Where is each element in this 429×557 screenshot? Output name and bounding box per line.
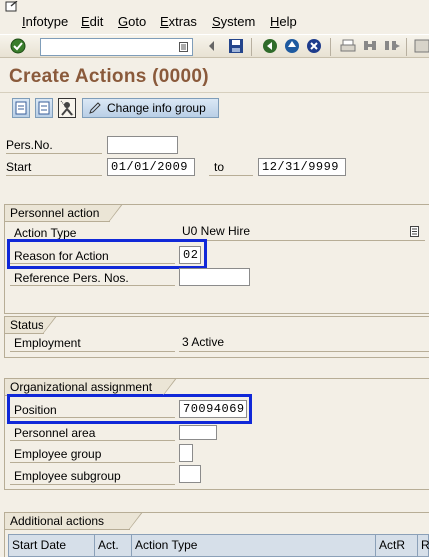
change-info-group-button[interactable]: Change info group xyxy=(82,98,219,118)
toolbar-separator xyxy=(406,38,407,56)
column-action-type[interactable]: Action Type xyxy=(132,535,376,556)
status-group-title: Status xyxy=(4,316,57,334)
enter-check-icon[interactable] xyxy=(10,38,26,54)
employee-subgroup-label: Employee subgroup xyxy=(14,469,121,483)
find-next-icon[interactable] xyxy=(384,38,400,54)
menu-bar: Infotype Edit Goto Extras System Help xyxy=(0,0,429,34)
standard-toolbar xyxy=(0,34,429,58)
menu-help[interactable]: Help xyxy=(270,14,297,29)
toolbar-separator xyxy=(251,38,252,56)
employment-field: 3 Active xyxy=(179,334,429,352)
menu-system[interactable]: System xyxy=(212,14,255,29)
additional-actions-group-title: Additional actions xyxy=(4,512,143,530)
pencil-icon xyxy=(89,102,101,114)
reference-pers-nos-label: Reference Pers. Nos. xyxy=(14,271,129,285)
additional-actions-table[interactable]: Start Date Act. Action Type ActR R xyxy=(8,534,429,557)
back-icon[interactable] xyxy=(262,38,278,54)
to-label: to xyxy=(214,160,225,174)
pers-no-input[interactable] xyxy=(107,136,178,154)
action-type-value: U0 New Hire xyxy=(182,224,251,238)
next-record-button[interactable] xyxy=(35,98,53,118)
previous-record-button[interactable] xyxy=(12,98,30,118)
page-title: Create Actions (0000) xyxy=(9,66,209,87)
dropdown-list-icon[interactable] xyxy=(179,42,188,52)
menu-extras[interactable]: Extras xyxy=(160,14,197,29)
column-r[interactable]: R xyxy=(418,535,429,556)
first-page-icon[interactable] xyxy=(414,38,429,54)
personnel-action-group-title: Personnel action xyxy=(4,204,123,222)
person-icon xyxy=(60,100,74,116)
reason-highlight-box xyxy=(7,239,207,269)
title-bar: Create Actions (0000) xyxy=(0,59,429,93)
cancel-icon[interactable] xyxy=(306,38,322,54)
save-icon[interactable] xyxy=(228,38,244,54)
toolbar-separator xyxy=(330,38,331,56)
employee-group-input[interactable] xyxy=(179,444,193,462)
reference-pers-nos-input[interactable] xyxy=(179,268,250,286)
employee-group-label: Employee group xyxy=(14,447,102,461)
column-act[interactable]: Act. xyxy=(95,535,132,556)
command-field[interactable] xyxy=(40,38,193,56)
start-label: Start xyxy=(6,160,32,174)
menu-edit[interactable]: Edit xyxy=(81,14,103,29)
end-date-input[interactable]: 12/31/9999 xyxy=(258,158,346,176)
action-type-field[interactable]: U0 New Hire xyxy=(179,223,425,241)
find-icon[interactable] xyxy=(362,38,378,54)
personnel-area-label: Personnel area xyxy=(14,426,96,440)
change-info-group-label: Change info group xyxy=(107,101,206,115)
position-highlight-box xyxy=(7,394,252,424)
person-overview-button[interactable] xyxy=(58,98,76,118)
action-type-label: Action Type xyxy=(14,226,77,240)
pers-no-label: Pers.No. xyxy=(6,138,53,152)
column-start-date[interactable]: Start Date xyxy=(9,535,95,556)
dropdown-list-icon[interactable] xyxy=(410,226,419,237)
window-menu-icon[interactable] xyxy=(5,1,19,13)
back-arrow-small-icon[interactable] xyxy=(207,38,217,54)
print-icon[interactable] xyxy=(340,38,356,54)
document-icon xyxy=(15,101,27,115)
employee-subgroup-input[interactable] xyxy=(179,465,201,483)
menu-goto[interactable]: Goto xyxy=(118,14,146,29)
main-content: Pers.No. Start 01/01/2009 to 12/31/9999 … xyxy=(0,124,429,557)
document-icon xyxy=(38,101,50,115)
personnel-area-input[interactable] xyxy=(179,425,217,440)
menu-infotype[interactable]: Infotype xyxy=(22,14,68,29)
column-actr[interactable]: ActR xyxy=(376,535,418,556)
application-toolbar: Change info group xyxy=(0,94,429,122)
start-date-input[interactable]: 01/01/2009 xyxy=(107,158,195,176)
employment-label: Employment xyxy=(14,336,81,350)
exit-icon[interactable] xyxy=(284,38,300,54)
